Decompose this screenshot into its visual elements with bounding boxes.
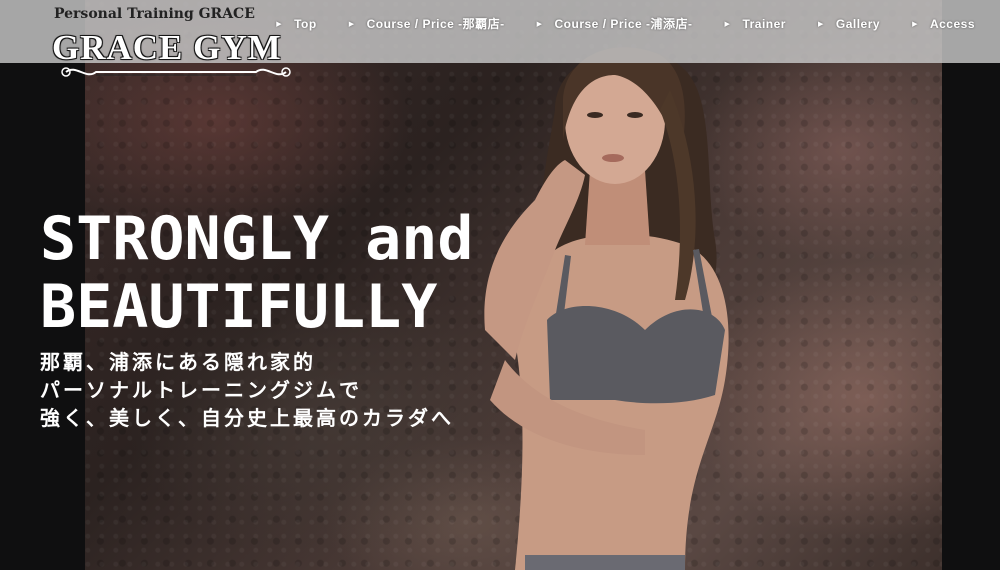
- logo-tagline: Personal Training GRACE: [54, 6, 255, 22]
- nav-item-trainer[interactable]: ▶ Trainer: [693, 15, 786, 32]
- nav-item-label: Top: [294, 16, 317, 31]
- subcopy-line-1: 那覇、浦添にある隠れ家的: [40, 350, 316, 374]
- headline-line-1: STRONGLY and: [40, 204, 474, 274]
- subcopy-line-2: パーソナルトレーニングジムで: [40, 378, 362, 402]
- nav-item-gallery[interactable]: ▶ Gallery: [786, 15, 880, 32]
- right-margin: [942, 0, 1000, 570]
- chevron-right-icon: ▶: [276, 20, 283, 28]
- nav-item-course-naha[interactable]: ▶ Course / Price -那覇店-: [317, 15, 505, 32]
- nav-item-label: Course / Price -浦添店-: [554, 17, 693, 31]
- header-bar: Personal Training GRACE GRACE GYM ▶ Top …: [0, 0, 1000, 77]
- hero-subcopy: 那覇、浦添にある隠れ家的 パーソナルトレーニングジムで 強く、美しく、自分史上最…: [40, 348, 454, 432]
- chevron-right-icon: ▶: [817, 20, 824, 28]
- headline-line-2: BEAUTIFULLY: [40, 272, 438, 342]
- nav-item-course-urasoe[interactable]: ▶ Course / Price -浦添店-: [505, 15, 693, 32]
- nav-item-label: Trainer: [742, 16, 786, 31]
- nav-item-label: Access: [929, 16, 975, 31]
- chevron-right-icon: ▶: [912, 20, 918, 28]
- chevron-right-icon: ▶: [536, 20, 543, 28]
- main-nav: ▶ Top ▶ Course / Price -那覇店- ▶ Course / …: [276, 15, 975, 32]
- nav-item-top[interactable]: ▶ Top: [276, 15, 317, 32]
- chevron-right-icon: ▶: [724, 20, 731, 28]
- nav-item-label: Gallery: [835, 16, 881, 31]
- chevron-right-icon: ▶: [348, 20, 355, 28]
- nav-item-label: Course / Price -那覇店-: [366, 17, 505, 31]
- subcopy-line-3: 強く、美しく、自分史上最高のカラダへ: [40, 406, 454, 430]
- site-logo[interactable]: Personal Training GRACE GRACE GYM: [52, 6, 302, 84]
- logo-flourish-icon: [61, 67, 291, 77]
- nav-item-access[interactable]: ▶ Access: [880, 15, 975, 32]
- hero-headline: STRONGLY and BEAUTIFULLY: [40, 205, 473, 341]
